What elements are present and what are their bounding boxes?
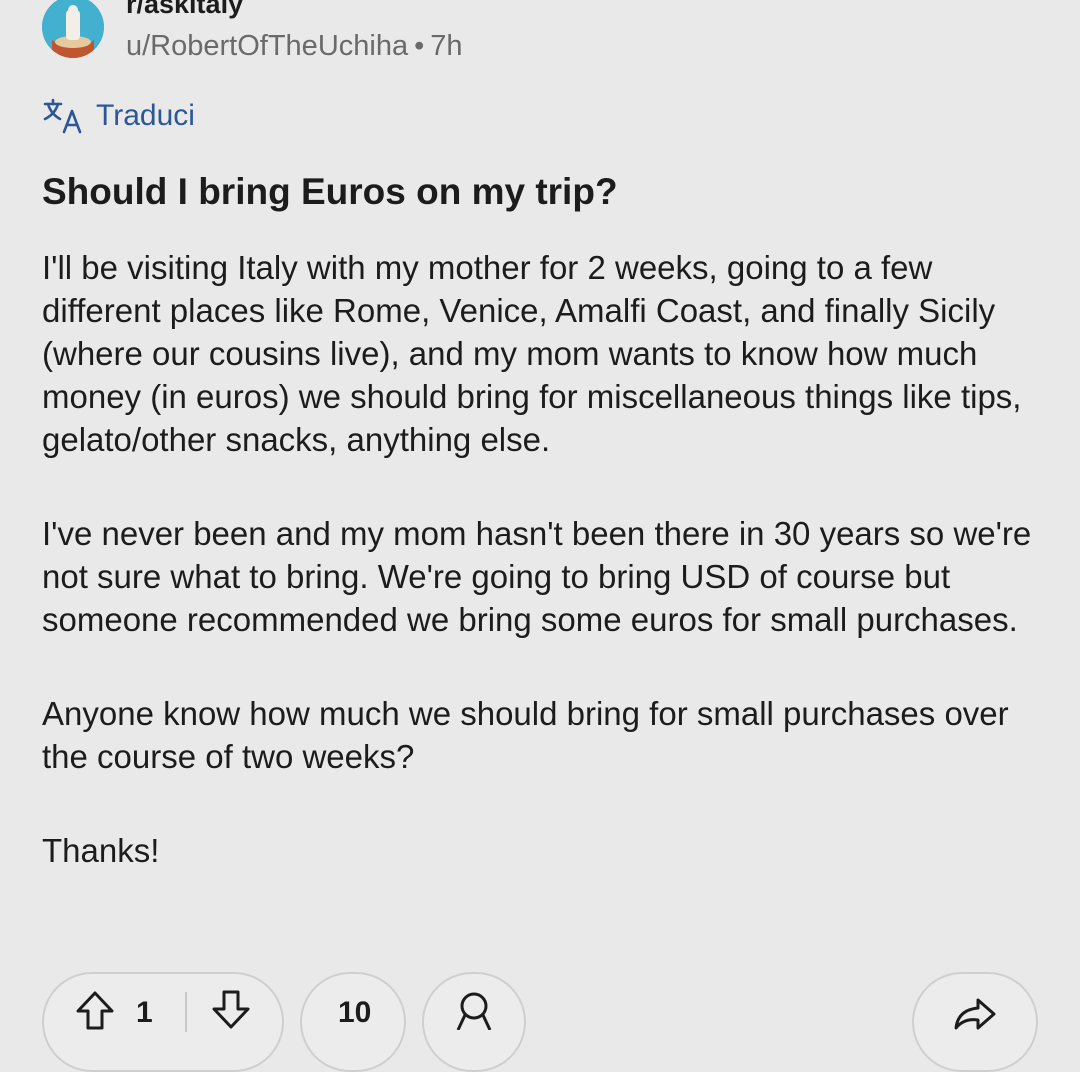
share-icon bbox=[952, 990, 998, 1035]
post-paragraph: I've never been and my mom hasn't been t… bbox=[42, 515, 1032, 638]
post-time: 7h bbox=[430, 30, 463, 62]
translate-label: Traduci bbox=[96, 99, 195, 132]
author-link[interactable]: u/RobertOfTheUchiha bbox=[126, 30, 408, 62]
translate-icon bbox=[42, 98, 84, 134]
post-body: I'll be visiting Italy with my mother fo… bbox=[42, 246, 1052, 923]
award-icon bbox=[452, 990, 496, 1035]
subreddit-name[interactable]: r/askitaly bbox=[126, 0, 243, 20]
subreddit-avatar-image bbox=[42, 0, 104, 58]
post-meta: u/RobertOfTheUchiha • 7h bbox=[126, 28, 463, 64]
vote-divider bbox=[185, 992, 187, 1032]
post-paragraph: Anyone know how much we should bring for… bbox=[42, 695, 1009, 775]
post-paragraph: I'll be visiting Italy with my mother fo… bbox=[42, 249, 1022, 458]
post-title: Should I bring Euros on my trip? bbox=[42, 171, 618, 212]
comment-count: 10 bbox=[338, 996, 372, 1029]
meta-separator: • bbox=[414, 30, 425, 62]
subreddit-avatar[interactable] bbox=[42, 0, 104, 58]
vote-count: 1 bbox=[136, 996, 153, 1029]
downvote-arrow-icon[interactable] bbox=[210, 990, 252, 1035]
post-paragraph: Thanks! bbox=[42, 832, 160, 869]
upvote-arrow-icon[interactable] bbox=[74, 990, 116, 1035]
translate-button[interactable]: Traduci bbox=[42, 96, 195, 136]
